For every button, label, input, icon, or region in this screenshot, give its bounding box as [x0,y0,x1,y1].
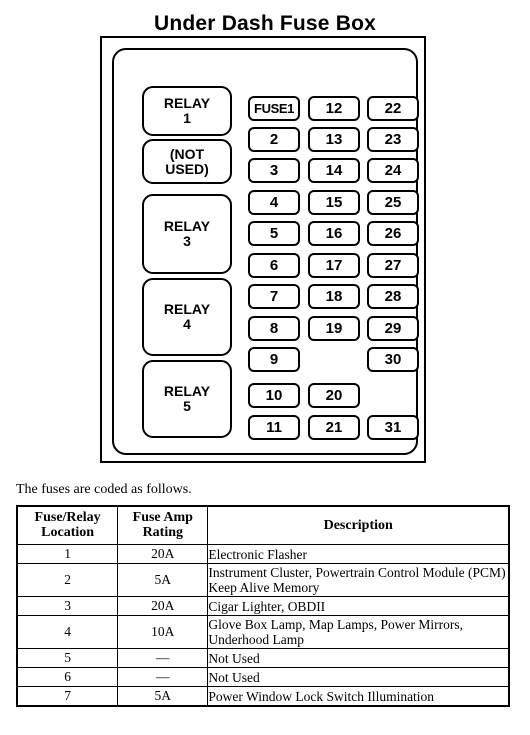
cell-amp-rating: 5A [117,686,209,706]
fuse-cell-9[interactable]: 9 [248,347,300,372]
cell-fuse-location: 7 [16,686,119,706]
fuse-cell-14[interactable]: 14 [308,158,360,183]
table-row: 2 5A Instrument Cluster, Powertrain Contro… [16,563,509,597]
header-description: Description [207,506,509,545]
table-row: 1 20A Electronic Flasher [16,544,509,564]
fuse-cell-2[interactable]: 2 [248,127,300,152]
fuse-cell-6[interactable]: 6 [248,253,300,278]
relay-3[interactable]: RELAY 3 [142,194,232,274]
cell-amp-rating: 5A [117,563,209,597]
relay-1[interactable]: RELAY 1 [142,86,232,136]
table-row: 6— Not Used [16,667,509,687]
cell-description: Cigar Lighter, OBDII [207,596,509,616]
header-fuse-relay-location: Fuse/Relay Location [16,506,119,545]
cell-fuse-location: 4 [16,615,119,649]
cell-fuse-location: 6 [16,667,119,687]
cell-description: Electronic Flasher [207,544,509,564]
cell-description: Glove Box Lamp, Map Lamps, Power Mirrors… [207,615,509,649]
table-row: 4 10A Glove Box Lamp, Map Lamps, Power Mir… [16,615,509,649]
cell-description: Not Used [207,648,509,668]
fuse-cell-27[interactable]: 27 [367,253,419,278]
fuse-cell-12[interactable]: 12 [308,96,360,121]
fuse-cell-4[interactable]: 4 [248,190,300,215]
fuse-table: Fuse/Relay Location Fuse Amp Rating Descri… [16,506,509,706]
cell-description: Not Used [207,667,509,687]
fuse-cell-13[interactable]: 13 [308,127,360,152]
fuse-cell-25[interactable]: 25 [367,190,419,215]
fuse-cell-15[interactable]: 15 [308,190,360,215]
fuse-cell-5[interactable]: 5 [248,221,300,246]
fuse-box-diagram: RELAY 1 (NOT USED) RELAY 3 RELAY 4 RELAY 5 F… [100,36,426,463]
cell-amp-rating: — [117,648,209,668]
relay-4[interactable]: RELAY 4 [142,278,232,356]
cell-fuse-location: 1 [16,544,119,564]
fuse-cell-8[interactable]: 8 [248,316,300,341]
fuse-cell-7[interactable]: 7 [248,284,300,309]
cell-amp-rating: 10A [117,615,209,649]
table-caption: The fuses are coded as follows. [16,482,192,497]
fuse-cell-23[interactable]: 23 [367,127,419,152]
fuse-cell-22[interactable]: 22 [367,96,419,121]
fuse-cell-20[interactable]: 20 [308,383,360,408]
fuse-cell-10[interactable]: 10 [248,383,300,408]
relay-not-used[interactable]: (NOT USED) [142,139,232,184]
cell-amp-rating: 20A [117,544,209,564]
fuse-cell-18[interactable]: 18 [308,284,360,309]
table-row: 7 5A Power Window Lock Switch Illumination [16,686,509,706]
fuse-cell-26[interactable]: 26 [367,221,419,246]
fuse-cell-29[interactable]: 29 [367,316,419,341]
fuse-cell-19[interactable]: 19 [308,316,360,341]
fuse-cell-30[interactable]: 30 [367,347,419,372]
cell-fuse-location: 5 [16,648,119,668]
fuse-cell-28[interactable]: 28 [367,284,419,309]
fuse-cell-31[interactable]: 31 [367,415,419,440]
cell-description: Instrument Cluster, Powertrain Control M… [207,563,509,597]
fuse-box-inner-panel: RELAY 1 (NOT USED) RELAY 3 RELAY 4 RELAY 5 F… [112,48,419,455]
fuse-cell-fuse1[interactable]: FUSE1 [248,96,300,121]
header-fuse-amp-rating: Fuse Amp Rating [117,506,209,545]
fuse-cell-11[interactable]: 11 [248,415,300,440]
cell-fuse-location: 2 [16,563,119,597]
fuse-cell-17[interactable]: 17 [308,253,360,278]
relay-5[interactable]: RELAY 5 [142,360,232,438]
table-row: 5— Not Used [16,648,509,668]
cell-amp-rating: 20A [117,596,209,616]
fuse-table-container: Fuse/Relay Location Fuse Amp Rating Descri… [16,505,510,707]
fuse-cell-16[interactable]: 16 [308,221,360,246]
fuse-cell-24[interactable]: 24 [367,158,419,183]
table-row: 3 20A Cigar Lighter, OBDII [16,596,509,616]
fuse-cell-21[interactable]: 21 [308,415,360,440]
cell-amp-rating: — [117,667,209,687]
cell-description: Power Window Lock Switch Illumination [207,686,509,706]
fuse-table-body: 1 20A Electronic Flasher 2 5A Instrument Clus… [16,544,509,706]
page-title: Under Dash Fuse Box [153,12,376,35]
fuse-cell-3[interactable]: 3 [248,158,300,183]
cell-fuse-location: 3 [16,596,119,616]
table-header-row: Fuse/Relay Location Fuse Amp Rating Descri… [16,506,509,545]
